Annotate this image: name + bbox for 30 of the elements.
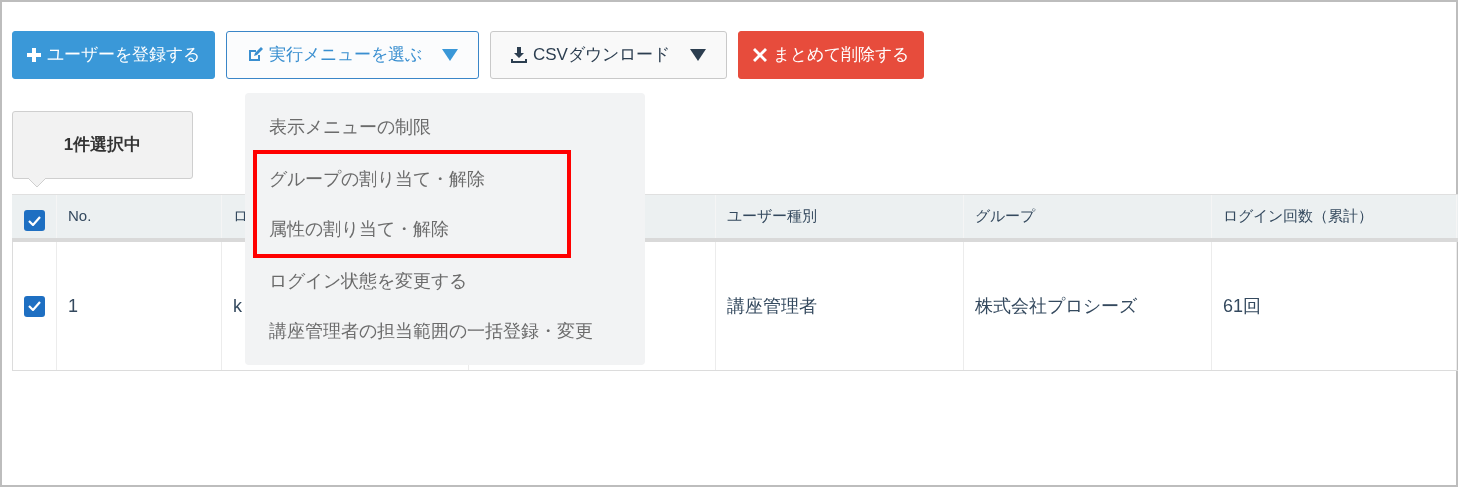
table-cell-text: 講座管理者 — [727, 294, 817, 318]
checkmark-icon — [28, 301, 41, 311]
table-cell-text: 1 — [68, 294, 78, 318]
caret-icon — [689, 49, 706, 61]
column-header: ロ — [233, 206, 248, 227]
table-cell-text: k — [233, 294, 242, 318]
edit-icon — [247, 47, 263, 63]
menu-item[interactable]: 表示メニューの制限 — [245, 102, 645, 152]
menu-item[interactable]: 講座管理者の担当範囲の一括登録・変更 — [245, 306, 645, 356]
toolbar-button[interactable]: CSVダウンロード — [490, 31, 727, 79]
column-header: グループ — [975, 206, 1035, 227]
toolbar-button[interactable]: 実行メニューを選ぶ — [226, 31, 479, 79]
menu-item[interactable]: ログイン状態を変更する — [245, 256, 645, 306]
table-cell-text: 株式会社プロシーズ — [975, 294, 1137, 318]
checkbox[interactable] — [23, 210, 45, 231]
menu-item[interactable]: 属性の割り当て・解除 — [257, 204, 567, 254]
column-header: No. — [68, 206, 92, 227]
plus-icon — [27, 48, 41, 62]
menu-item[interactable]: グループの割り当て・解除 — [257, 154, 567, 204]
close-icon — [752, 48, 767, 62]
column-header: ログイン回数（累計） — [1223, 206, 1373, 227]
toolbar-button[interactable]: まとめて削除する — [737, 31, 924, 79]
table-cell-text: 61回 — [1223, 294, 1262, 318]
column-header: ユーザー種別 — [727, 206, 817, 227]
download-icon — [511, 47, 527, 63]
selection-count: 1件選択中 — [63, 134, 142, 157]
checkbox[interactable] — [24, 295, 45, 317]
toolbar-button[interactable]: ユーザーを登録する — [12, 31, 215, 79]
caret-icon — [442, 49, 458, 61]
checkmark-icon — [27, 215, 41, 226]
